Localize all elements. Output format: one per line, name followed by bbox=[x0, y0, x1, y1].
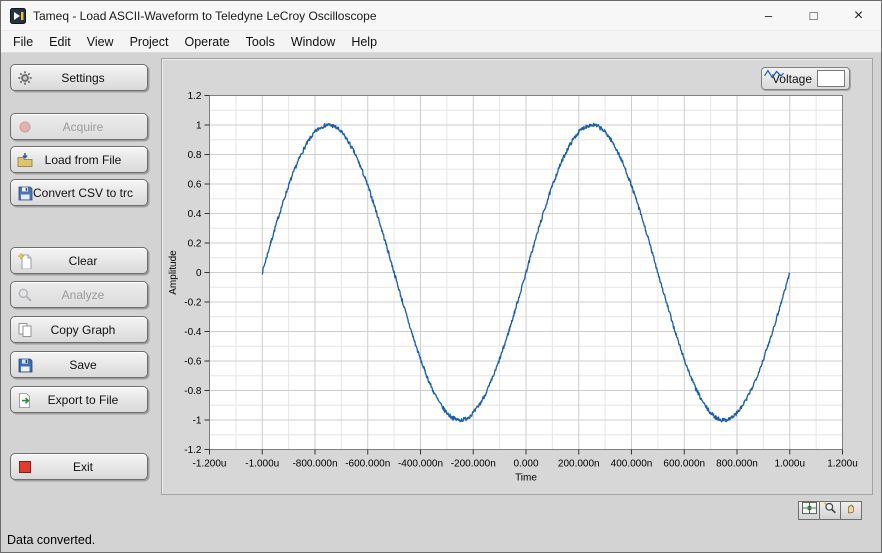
graph-palette bbox=[799, 501, 862, 520]
button-copy-graph[interactable]: Copy Graph bbox=[10, 316, 148, 343]
close-button[interactable]: × bbox=[836, 1, 881, 30]
magnifier-icon bbox=[17, 287, 33, 303]
menu-item-view[interactable]: View bbox=[79, 33, 122, 51]
graph-panel: 1.2 1 0.8 0.6 0.4 0.2 0 -0.2 -0.4 -0.6 -0.8 -1 -1.2 -… bbox=[161, 58, 873, 495]
legend-wave-icon[interactable] bbox=[817, 70, 845, 87]
palette-button-pan-hand[interactable] bbox=[840, 501, 862, 520]
svg-text:600.000n: 600.000n bbox=[663, 459, 705, 470]
button-acquire: Acquire bbox=[10, 113, 148, 140]
copy-icon bbox=[17, 322, 33, 338]
legend[interactable]: Voltage bbox=[761, 67, 850, 90]
svg-text:-0.6: -0.6 bbox=[184, 357, 202, 368]
svg-text:0.6: 0.6 bbox=[188, 180, 202, 191]
svg-text:0.4: 0.4 bbox=[188, 209, 202, 220]
status-bar: Data converted. bbox=[7, 533, 95, 547]
svg-text:-600.000n: -600.000n bbox=[345, 459, 390, 470]
exit-icon bbox=[17, 459, 33, 475]
svg-text:Time: Time bbox=[515, 473, 537, 484]
svg-text:-800.000n: -800.000n bbox=[292, 459, 337, 470]
pan-hand-icon bbox=[844, 501, 859, 520]
app-icon bbox=[10, 8, 26, 24]
convert-icon bbox=[17, 185, 33, 201]
graph-svg: 1.2 1 0.8 0.6 0.4 0.2 0 -0.2 -0.4 -0.6 -0.8 -1 -1.2 -… bbox=[162, 59, 874, 496]
graph-cursor-icon bbox=[801, 501, 818, 520]
menu-bar: FileEditViewProjectOperateToolsWindowHel… bbox=[1, 31, 881, 53]
svg-text:-1.000u: -1.000u bbox=[245, 459, 279, 470]
clear-page-icon bbox=[17, 253, 33, 269]
svg-text:-0.8: -0.8 bbox=[184, 386, 202, 397]
menu-item-window[interactable]: Window bbox=[283, 33, 343, 51]
zoom-icon bbox=[823, 501, 838, 520]
palette-button-zoom[interactable] bbox=[819, 501, 841, 520]
menu-item-file[interactable]: File bbox=[5, 33, 41, 51]
menu-item-edit[interactable]: Edit bbox=[41, 33, 79, 51]
svg-text:400.000n: 400.000n bbox=[611, 459, 653, 470]
svg-text:-1: -1 bbox=[193, 416, 202, 427]
svg-text:-1.2: -1.2 bbox=[184, 445, 202, 456]
svg-text:0.8: 0.8 bbox=[188, 150, 202, 161]
button-clear[interactable]: Clear bbox=[10, 247, 148, 274]
window-controls: – □ × bbox=[746, 1, 881, 30]
app-window: Tameq - Load ASCII-Waveform to Teledyne … bbox=[0, 0, 882, 553]
close-icon: × bbox=[854, 7, 863, 25]
button-analyze: Analyze bbox=[10, 281, 148, 308]
maximize-icon: □ bbox=[810, 8, 818, 23]
button-exit[interactable]: Exit bbox=[10, 453, 148, 480]
svg-text:-0.2: -0.2 bbox=[184, 298, 202, 309]
button-load-from-file[interactable]: Load from File bbox=[10, 146, 148, 173]
title-bar: Tameq - Load ASCII-Waveform to Teledyne … bbox=[1, 1, 881, 31]
button-export-to-file[interactable]: Export to File bbox=[10, 386, 148, 413]
record-icon bbox=[17, 119, 33, 135]
svg-text:0: 0 bbox=[196, 268, 202, 279]
svg-text:-200.000n: -200.000n bbox=[451, 459, 496, 470]
minimize-icon: – bbox=[765, 8, 772, 23]
svg-text:-0.4: -0.4 bbox=[184, 327, 202, 338]
svg-text:Amplitude: Amplitude bbox=[168, 250, 179, 295]
svg-text:800.000n: 800.000n bbox=[716, 459, 758, 470]
button-save[interactable]: Save bbox=[10, 351, 148, 378]
status-text: Data converted. bbox=[7, 533, 95, 547]
svg-text:-1.200u: -1.200u bbox=[193, 459, 227, 470]
svg-text:1.000u: 1.000u bbox=[774, 459, 805, 470]
maximize-button[interactable]: □ bbox=[791, 1, 836, 30]
menu-item-project[interactable]: Project bbox=[122, 33, 177, 51]
svg-text:1.200u: 1.200u bbox=[827, 459, 858, 470]
save-icon bbox=[17, 357, 33, 373]
button-settings[interactable]: Settings bbox=[10, 64, 148, 91]
svg-text:0.000: 0.000 bbox=[513, 459, 538, 470]
svg-text:1.2: 1.2 bbox=[188, 91, 202, 102]
button-convert-csv-to-trc[interactable]: Convert CSV to trc bbox=[10, 179, 148, 206]
minimize-button[interactable]: – bbox=[746, 1, 791, 30]
svg-text:-400.000n: -400.000n bbox=[398, 459, 443, 470]
svg-text:0.2: 0.2 bbox=[188, 239, 202, 250]
gear-icon bbox=[17, 70, 33, 86]
load-file-icon bbox=[17, 152, 33, 168]
menu-item-operate[interactable]: Operate bbox=[176, 33, 237, 51]
menu-item-help[interactable]: Help bbox=[343, 33, 385, 51]
palette-button-graph-cursor[interactable] bbox=[798, 501, 820, 520]
window-title: Tameq - Load ASCII-Waveform to Teledyne … bbox=[33, 9, 377, 23]
svg-text:1: 1 bbox=[196, 121, 202, 132]
svg-text:200.000n: 200.000n bbox=[558, 459, 600, 470]
export-icon bbox=[17, 392, 33, 408]
menu-item-tools[interactable]: Tools bbox=[238, 33, 283, 51]
